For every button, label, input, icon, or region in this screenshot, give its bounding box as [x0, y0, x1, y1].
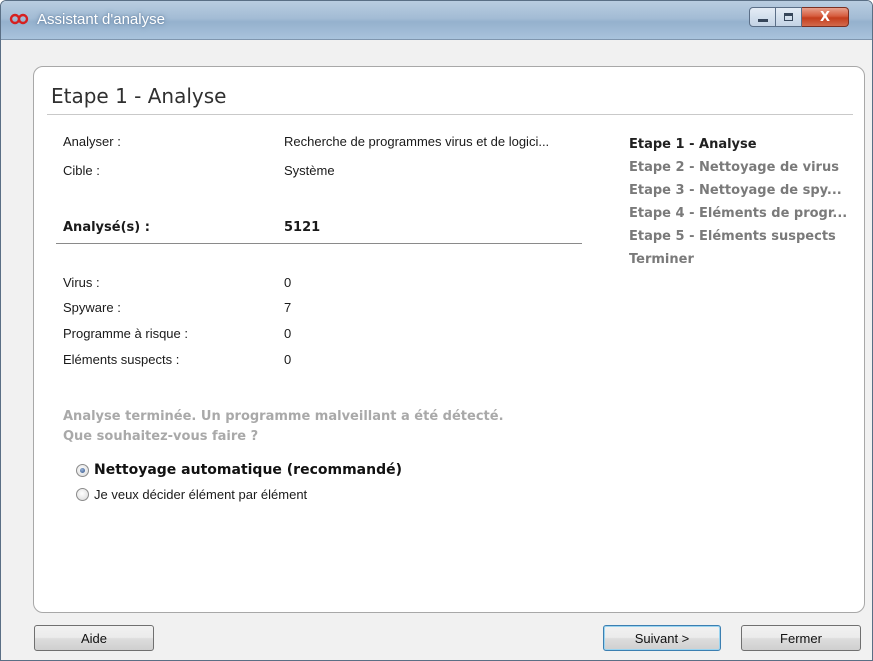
auto-clean-option[interactable]: Nettoyage automatique (recommandé) [76, 462, 402, 478]
target-value: Système [284, 163, 335, 178]
suspect-items-count: 0 [284, 352, 292, 367]
target-label: Cible : [63, 163, 100, 178]
content-panel: Etape 1 - Analyse Analyser : Recherche d… [33, 66, 865, 613]
close-button[interactable]: Fermer [741, 625, 861, 651]
scan-status-message: Analyse terminée. Un programme malveilla… [63, 407, 623, 447]
wizard-steps-list: Etape 1 - Analyse Etape 2 - Nettoyage de… [629, 133, 847, 271]
summary-divider [56, 243, 582, 244]
step-5-suspect-items: Etape 5 - Eléments suspects [629, 229, 836, 244]
risk-program-label: Programme à risque : [63, 326, 188, 341]
manual-decide-label[interactable]: Je veux décider élément par élément [94, 487, 307, 502]
step-3-spyware-cleaning: Etape 3 - Nettoyage de spy... [629, 183, 842, 198]
step-finish: Terminer [629, 252, 694, 267]
manual-decide-radio[interactable] [76, 488, 89, 501]
analyser-value: Recherche de programmes virus et de logi… [284, 134, 550, 149]
step-4-program-items: Etape 4 - Eléments de progr... [629, 206, 848, 221]
spyware-label: Spyware : [63, 300, 121, 315]
scanned-count-value: 5121 [284, 220, 321, 235]
window-title: Assistant d'analyse [37, 11, 165, 28]
analyser-label: Analyser : [63, 134, 121, 149]
infinity-logo-icon [9, 13, 29, 25]
scanned-count-label: Analysé(s) : [63, 220, 150, 235]
virus-count: 0 [284, 275, 292, 290]
maximize-button[interactable] [776, 7, 802, 27]
heading-divider [47, 114, 853, 115]
page-title: Etape 1 - Analyse [51, 84, 227, 108]
maximize-icon [784, 13, 793, 21]
step-1-analyse: Etape 1 - Analyse [629, 137, 757, 152]
close-icon: X [819, 9, 831, 25]
auto-clean-label[interactable]: Nettoyage automatique (recommandé) [94, 462, 402, 478]
minimize-icon [757, 19, 768, 22]
status-line-2: Que souhaitez-vous faire ? [63, 429, 259, 444]
risk-program-count: 0 [284, 326, 292, 341]
virus-label: Virus : [63, 275, 100, 290]
minimize-button[interactable] [749, 7, 776, 27]
manual-decide-option[interactable]: Je veux décider élément par élément [76, 487, 307, 502]
analysis-wizard-window: Assistant d'analyse X Etape 1 - Analyse … [0, 0, 873, 661]
spyware-count: 7 [284, 300, 292, 315]
close-window-button[interactable]: X [802, 7, 849, 27]
next-button[interactable]: Suivant > [603, 625, 721, 651]
auto-clean-radio[interactable] [76, 463, 89, 477]
title-bar[interactable]: Assistant d'analyse X [1, 1, 872, 40]
suspect-items-label: Eléments suspects : [63, 352, 180, 367]
status-line-1: Analyse terminée. Un programme malveilla… [63, 409, 504, 424]
step-2-virus-cleaning: Etape 2 - Nettoyage de virus [629, 160, 839, 175]
help-button[interactable]: Aide [34, 625, 154, 651]
